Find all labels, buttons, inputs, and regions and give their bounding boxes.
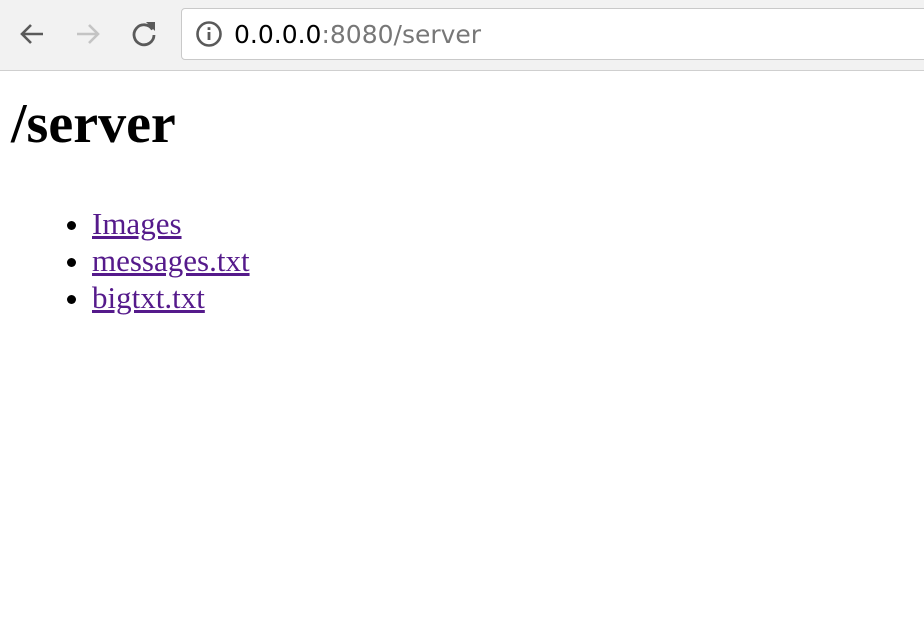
info-icon[interactable] xyxy=(195,20,223,48)
url-host: 0.0.0.0 xyxy=(234,20,322,49)
link-images[interactable]: Images xyxy=(92,206,182,241)
page-content: /server Images messages.txt bigtxt.txt xyxy=(0,72,924,644)
arrow-left-icon xyxy=(20,24,43,44)
file-list: Images messages.txt bigtxt.txt xyxy=(0,205,250,316)
page-heading: /server xyxy=(11,93,176,155)
reload-button[interactable] xyxy=(126,16,162,52)
link-bigtxt-txt[interactable]: bigtxt.txt xyxy=(92,280,205,315)
list-item: Images xyxy=(92,205,250,242)
url-text[interactable]: 0.0.0.0:8080/server xyxy=(234,18,481,52)
browser-toolbar: 0.0.0.0:8080/server xyxy=(0,0,924,71)
arrow-right-icon xyxy=(77,24,100,44)
link-messages-txt[interactable]: messages.txt xyxy=(92,243,250,278)
reload-icon xyxy=(132,22,156,47)
list-item: messages.txt xyxy=(92,242,250,279)
address-bar[interactable]: 0.0.0.0:8080/server xyxy=(181,8,924,60)
back-button[interactable] xyxy=(14,16,50,52)
forward-button[interactable] xyxy=(70,16,106,52)
url-port-path: :8080/server xyxy=(321,20,482,49)
list-item: bigtxt.txt xyxy=(92,279,250,316)
